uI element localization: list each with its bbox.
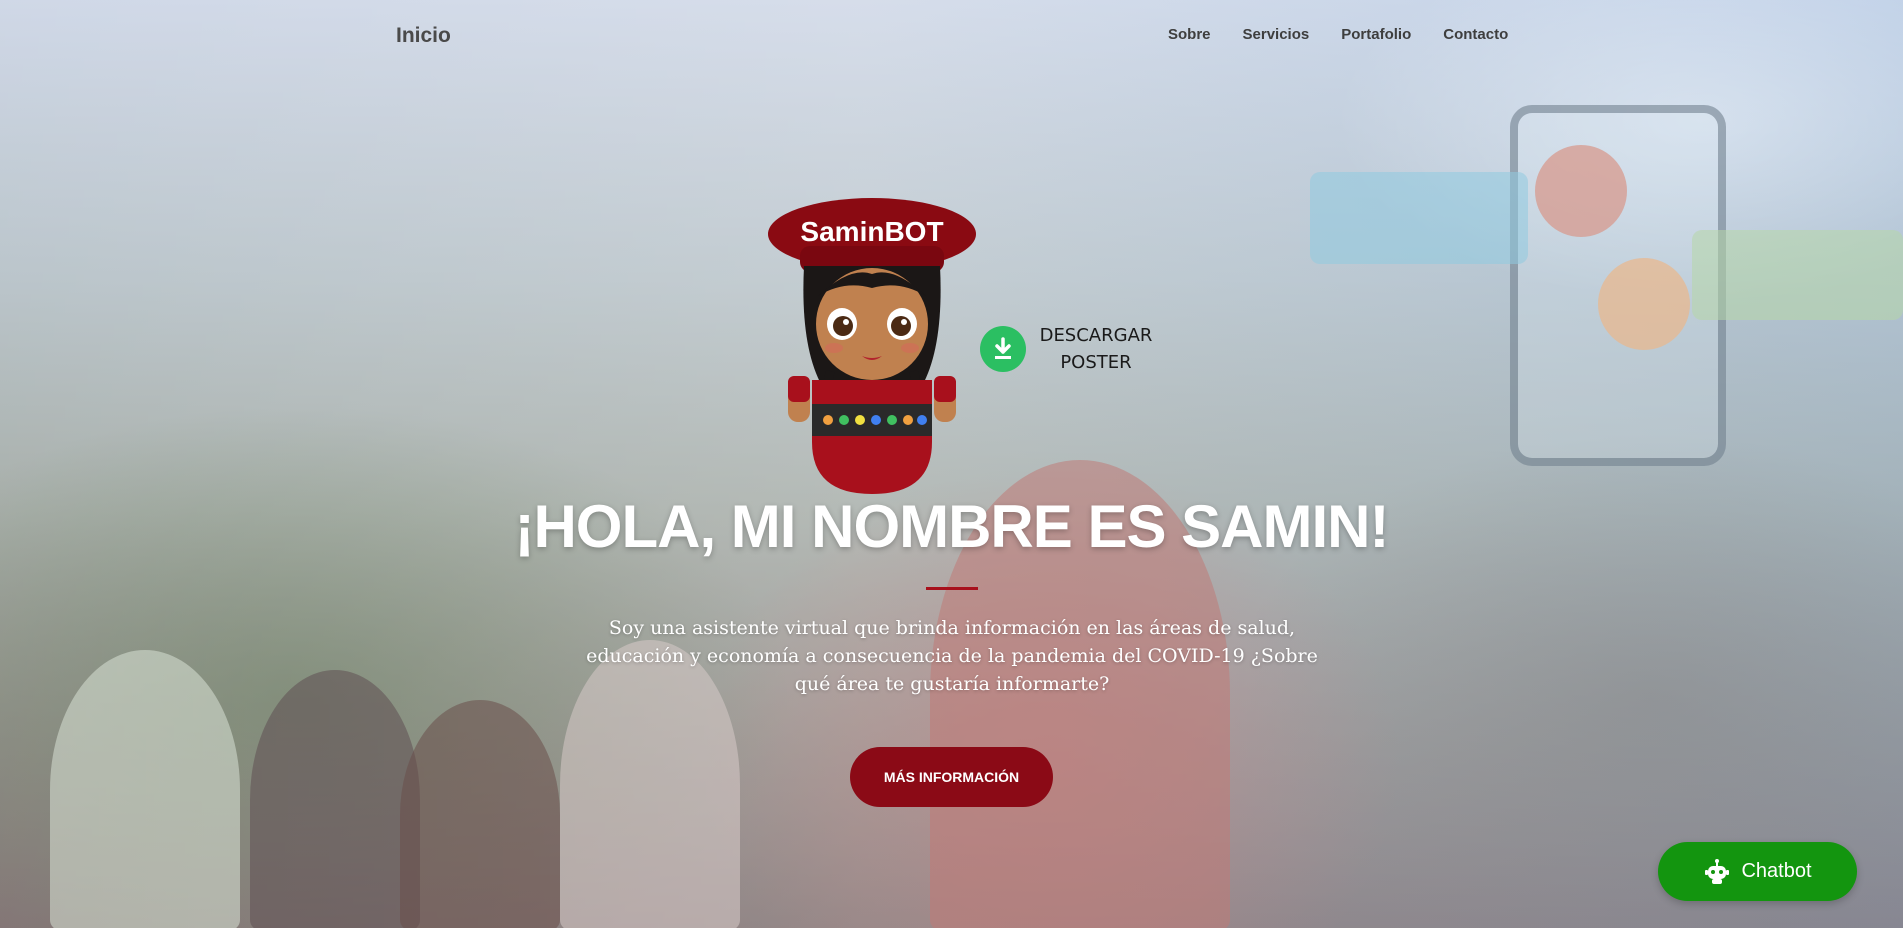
nav-link-contacto[interactable]: Contacto: [1443, 26, 1508, 43]
avatar-illustration: [1535, 145, 1627, 237]
person-illustration: [400, 700, 560, 928]
download-icon: [980, 326, 1026, 372]
chat-bubble-illustration: [1310, 172, 1528, 264]
more-info-button[interactable]: MÁS INFORMACIÓN: [850, 747, 1053, 807]
download-line-1: DESCARGAR: [1039, 325, 1153, 346]
person-illustration: [50, 650, 240, 928]
download-poster-label: DESCARGAR POSTER: [1036, 322, 1156, 376]
nav-links: Sobre Servicios Portafolio Contacto: [1168, 26, 1508, 43]
headline-divider: [926, 587, 978, 590]
top-navbar: Inicio Sobre Servicios Portafolio Contac…: [0, 0, 1903, 74]
mascot-hat-text: SaminBOT: [800, 216, 943, 247]
nav-link-sobre[interactable]: Sobre: [1168, 26, 1211, 43]
nav-link-portafolio[interactable]: Portafolio: [1341, 26, 1411, 43]
hero-subtitle: Soy una asistente virtual que brinda inf…: [586, 617, 1318, 695]
robot-icon: [1705, 858, 1730, 884]
nav-link-servicios[interactable]: Servicios: [1243, 26, 1310, 43]
chatbot-label: Chatbot: [1741, 860, 1812, 882]
download-line-2: POSTER: [1060, 352, 1132, 373]
chatbot-button[interactable]: Chatbot: [1658, 842, 1857, 901]
person-illustration: [250, 670, 420, 928]
avatar-illustration: [1598, 258, 1690, 350]
download-poster-button[interactable]: DESCARGAR POSTER: [980, 322, 1156, 376]
nav-brand-link[interactable]: Inicio: [396, 24, 451, 48]
chat-bubble-illustration: [1692, 230, 1903, 320]
samin-mascot-illustration: SaminBOT: [768, 198, 976, 494]
hero-headline: ¡HOLA, MI NOMBRE ES SAMIN!: [514, 493, 1390, 560]
